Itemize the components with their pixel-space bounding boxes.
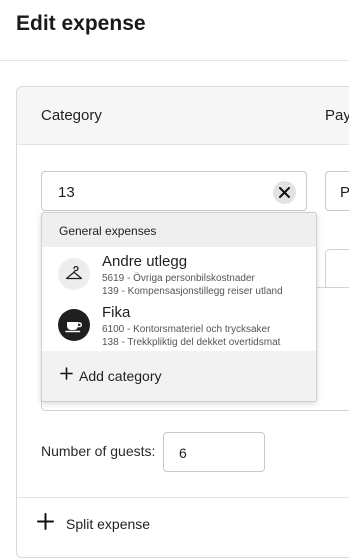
option-code-line: 139 - Kompensasjonstillegg reiser utland [102, 286, 283, 297]
guests-input[interactable]: 6 [163, 432, 265, 472]
dropdown-option-fika[interactable]: Fika 6100 - Kontorsmateriel och trycksak… [42, 300, 316, 350]
payment-input-value: Pr [340, 184, 349, 201]
category-column-label: Category [41, 107, 102, 124]
option-account-line: 6100 - Kontorsmateriel och trycksaker [102, 324, 271, 335]
group-label: General expenses [59, 224, 157, 238]
category-input-value: 13 [58, 184, 75, 201]
hanger-icon [58, 258, 90, 290]
table-header: Category Pay [17, 87, 349, 145]
close-icon [279, 187, 290, 198]
payment-input[interactable]: Pr [325, 171, 349, 211]
guests-label: Number of guests: [41, 443, 156, 459]
add-category-button[interactable]: Add category [42, 351, 316, 401]
dropdown-group-header: General expenses [42, 213, 316, 247]
category-input[interactable]: 13 [41, 171, 307, 211]
option-title: Fika [102, 304, 131, 321]
option-account-line: 5619 - Övriga personbilskostnader [102, 273, 255, 284]
header-divider [0, 60, 349, 61]
option-code-line: 138 - Trekkpliktig del dekket overtidsma… [102, 337, 281, 348]
category-dropdown: General expenses Andre utlegg 5619 - Övr… [41, 212, 317, 402]
page-title: Edit expense [16, 12, 146, 35]
split-expense-label: Split expense [66, 516, 151, 532]
payment-column-label: Pay [325, 107, 349, 124]
plus-icon [37, 513, 54, 530]
clear-button[interactable] [273, 181, 296, 204]
guests-input-value: 6 [179, 445, 187, 461]
description-field[interactable] [325, 249, 349, 289]
coffee-cup-icon [58, 309, 90, 341]
dropdown-option-andre-utlegg[interactable]: Andre utlegg 5619 - Övriga personbilskos… [42, 249, 316, 299]
split-divider [17, 497, 349, 498]
option-title: Andre utlegg [102, 253, 188, 270]
add-category-label: Add category [79, 368, 162, 384]
plus-icon [60, 367, 73, 380]
